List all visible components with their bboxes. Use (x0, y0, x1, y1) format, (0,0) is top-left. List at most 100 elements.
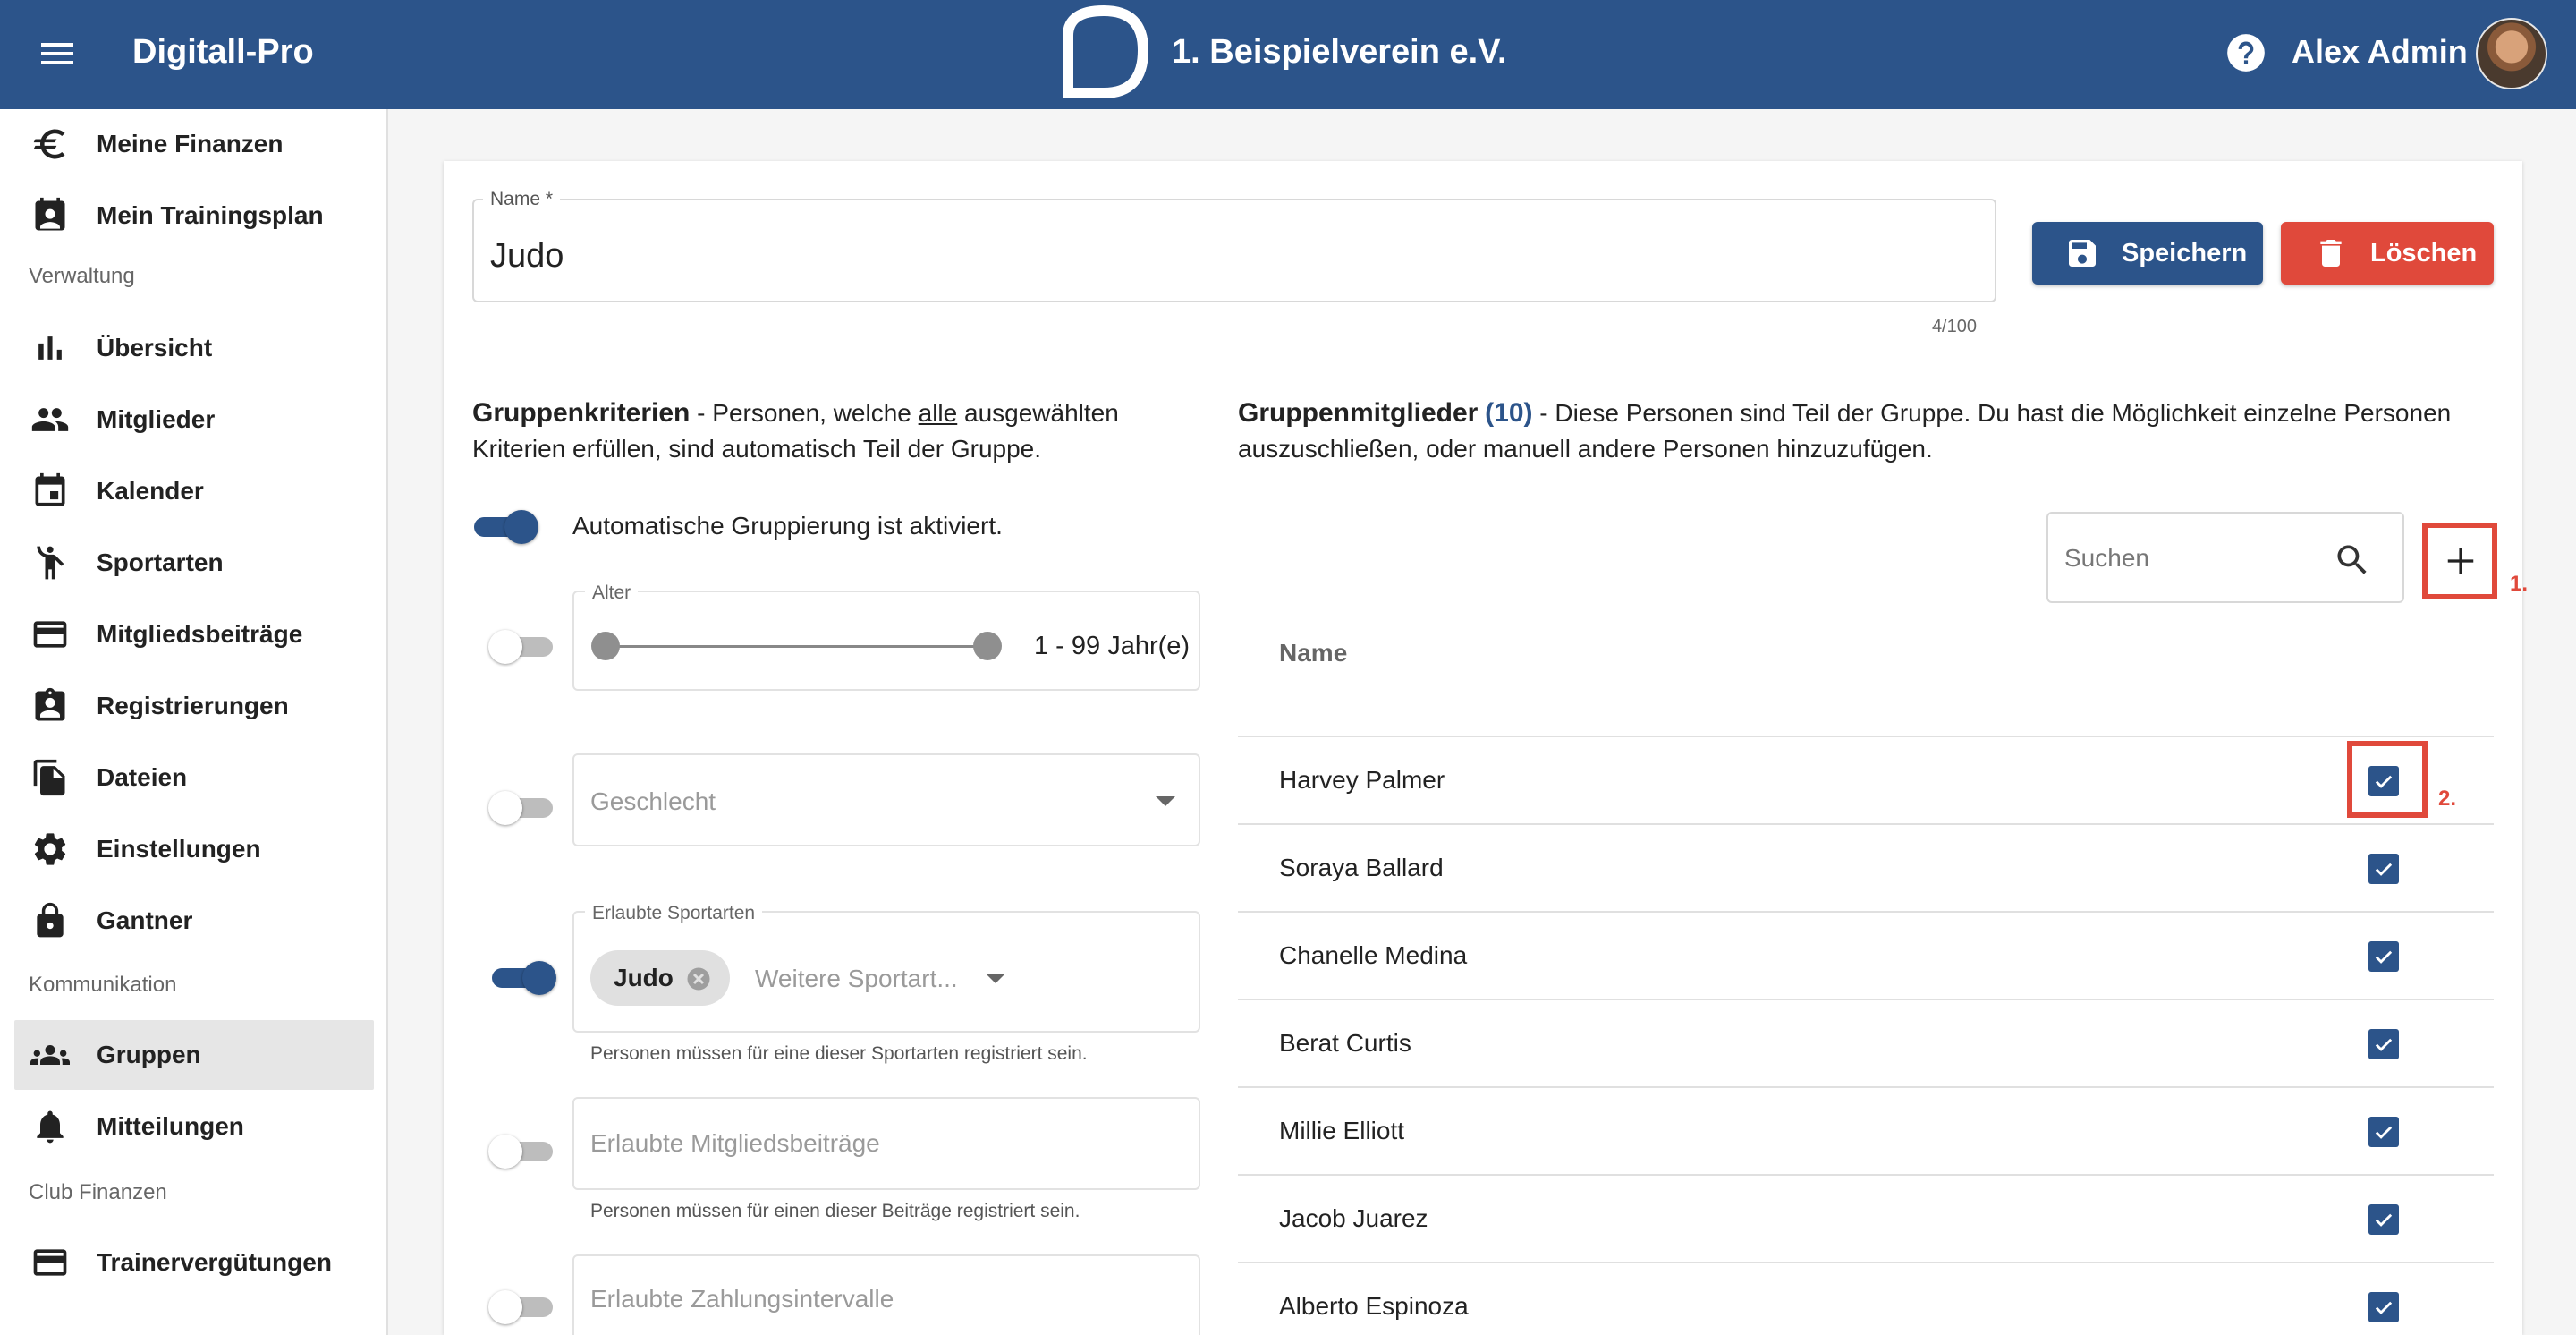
people-icon (30, 400, 70, 439)
age-range-value: 1 - 99 Jahr(e) (1034, 632, 1191, 660)
sidebar-section-club-finanzen: Club Finanzen (29, 1180, 167, 1204)
age-slider-max-handle[interactable] (973, 632, 1002, 660)
member-checkbox[interactable] (2368, 941, 2399, 972)
bar-chart-icon (30, 328, 70, 368)
avatar[interactable] (2476, 18, 2547, 89)
sidebar-item-label: Meine Finanzen (97, 130, 284, 157)
sidebar-item-mitteilungen[interactable]: Mitteilungen (14, 1092, 374, 1161)
sidebar-item-label: Registrierungen (97, 692, 289, 719)
club-name: 1. Beispielverein e.V. (1172, 33, 1507, 71)
sidebar-item-mitgliedsbeitraege[interactable]: Mitgliedsbeiträge (14, 599, 374, 669)
plus-icon (2444, 544, 2478, 578)
auto-grouping-label: Automatische Gruppierung ist aktiviert. (572, 512, 1003, 540)
gear-icon (30, 829, 70, 869)
member-checkbox[interactable] (2368, 1117, 2399, 1147)
table-row: Alberto Espinoza (1238, 1263, 2494, 1335)
name-field-label: Name * (483, 188, 561, 211)
member-checkbox[interactable] (2368, 1204, 2399, 1235)
sidebar-item-label: Mitteilungen (97, 1112, 244, 1140)
annotation-1: 1. (2510, 572, 2529, 596)
annotation-2: 2. (2438, 787, 2457, 811)
criteria-description: Gruppenkriterien - Personen, welche alle… (472, 398, 1119, 428)
sport-chip-judo[interactable]: Judo (590, 950, 730, 1006)
member-name: Jacob Juarez (1279, 1204, 1428, 1232)
member-name: Chanelle Medina (1279, 941, 1468, 969)
sidebar-item-sportarten[interactable]: Sportarten (14, 528, 374, 598)
members-count: (10) (1485, 398, 1533, 428)
table-row: Harvey Palmer (1238, 737, 2494, 825)
sidebar-item-gantner[interactable]: Gantner (14, 886, 374, 956)
delete-button[interactable]: Löschen (2281, 222, 2494, 285)
euro-icon (30, 124, 70, 164)
member-checkbox[interactable] (2368, 854, 2399, 884)
sport-icon (30, 543, 70, 582)
member-checkbox[interactable] (2368, 1292, 2399, 1322)
chevron-down-icon (1156, 796, 1175, 806)
chevron-down-icon (986, 974, 1005, 983)
sports-placeholder: Weitere Sportart... (755, 965, 958, 992)
table-row: Jacob Juarez (1238, 1176, 2494, 1263)
credit-card-icon (30, 1243, 70, 1282)
gender-toggle[interactable] (488, 787, 556, 827)
fees-placeholder: Erlaubte Mitgliedsbeiträge (590, 1129, 880, 1157)
member-name: Berat Curtis (1279, 1029, 1411, 1057)
app-title[interactable]: Digitall-Pro (132, 30, 314, 73)
sidebar-item-mein-trainingsplan[interactable]: Mein Trainingsplan (14, 181, 374, 251)
sidebar-item-label: Kalender (97, 477, 204, 505)
intervals-toggle[interactable] (488, 1287, 556, 1326)
sidebar-item-mitglieder[interactable]: Mitglieder (14, 385, 374, 455)
save-button-label: Speichern (2122, 239, 2248, 268)
member-checkbox[interactable] (2368, 1029, 2399, 1059)
name-field-value[interactable]: Judo (490, 234, 564, 277)
sidebar-item-label: Mitgliedsbeiträge (97, 620, 303, 648)
sports-label: Erlaubte Sportarten (585, 902, 763, 925)
sidebar-item-label: Übersicht (97, 334, 213, 361)
sidebar-item-uebersicht[interactable]: Übersicht (14, 313, 374, 383)
sports-hint: Personen müssen für eine dieser Sportart… (590, 1043, 1088, 1064)
char-counter: 4/100 (1931, 317, 1977, 336)
member-name: Millie Elliott (1279, 1117, 1405, 1144)
member-name: Soraya Ballard (1279, 854, 1444, 881)
age-slider-min-handle[interactable] (591, 632, 620, 660)
sidebar-section-verwaltung: Verwaltung (29, 264, 135, 288)
sidebar-item-meine-finanzen[interactable]: Meine Finanzen (14, 109, 374, 179)
column-header-name[interactable]: Name (1279, 637, 1347, 669)
table-row: Soraya Ballard (1238, 825, 2494, 913)
sidebar-item-trainerverguetungen[interactable]: Trainervergütungen (14, 1228, 374, 1297)
sidebar-item-label: Mitglieder (97, 405, 216, 433)
age-toggle[interactable] (488, 626, 556, 666)
lock-icon (30, 901, 70, 940)
sidebar-item-gruppen[interactable]: Gruppen (14, 1020, 374, 1090)
badge-icon (30, 686, 70, 726)
gender-placeholder: Geschlecht (590, 787, 716, 815)
help-icon[interactable] (2224, 30, 2268, 75)
chip-remove-icon[interactable] (685, 965, 712, 992)
sidebar-item-dateien[interactable]: Dateien (14, 743, 374, 812)
sidebar-section-kommunikation: Kommunikation (29, 973, 177, 997)
sidebar-item-label: Dateien (97, 763, 188, 791)
add-member-button[interactable] (2422, 523, 2497, 599)
fees-toggle[interactable] (488, 1131, 556, 1170)
club-logo (1055, 4, 1152, 98)
sidebar-item-label: Trainervergütungen (97, 1248, 332, 1276)
save-button[interactable]: Speichern (2032, 222, 2263, 285)
user-name[interactable]: Alex Admin (2292, 30, 2468, 73)
sidebar-item-einstellungen[interactable]: Einstellungen (14, 814, 374, 884)
auto-grouping-toggle[interactable] (470, 506, 538, 546)
age-slider-track[interactable] (605, 645, 987, 648)
search-icon[interactable] (2333, 540, 2372, 580)
member-name: Harvey Palmer (1279, 766, 1445, 794)
menu-icon[interactable] (36, 32, 79, 75)
criteria-title: Gruppenkriterien (472, 398, 691, 428)
sidebar-item-label: Einstellungen (97, 835, 261, 863)
members-description-line2: auszuschließen, oder manuell andere Pers… (1238, 435, 1933, 463)
table-row: Millie Elliott (1238, 1088, 2494, 1176)
sidebar-item-kalender[interactable]: Kalender (14, 456, 374, 526)
name-field[interactable] (472, 199, 1996, 302)
delete-button-label: Löschen (2370, 239, 2478, 268)
sports-toggle[interactable] (488, 957, 556, 997)
search-placeholder: Suchen (2064, 544, 2149, 572)
sidebar-item-registrierungen[interactable]: Registrierungen (14, 671, 374, 741)
chip-label: Judo (614, 964, 674, 991)
intervals-placeholder: Erlaubte Zahlungsintervalle (590, 1285, 894, 1313)
